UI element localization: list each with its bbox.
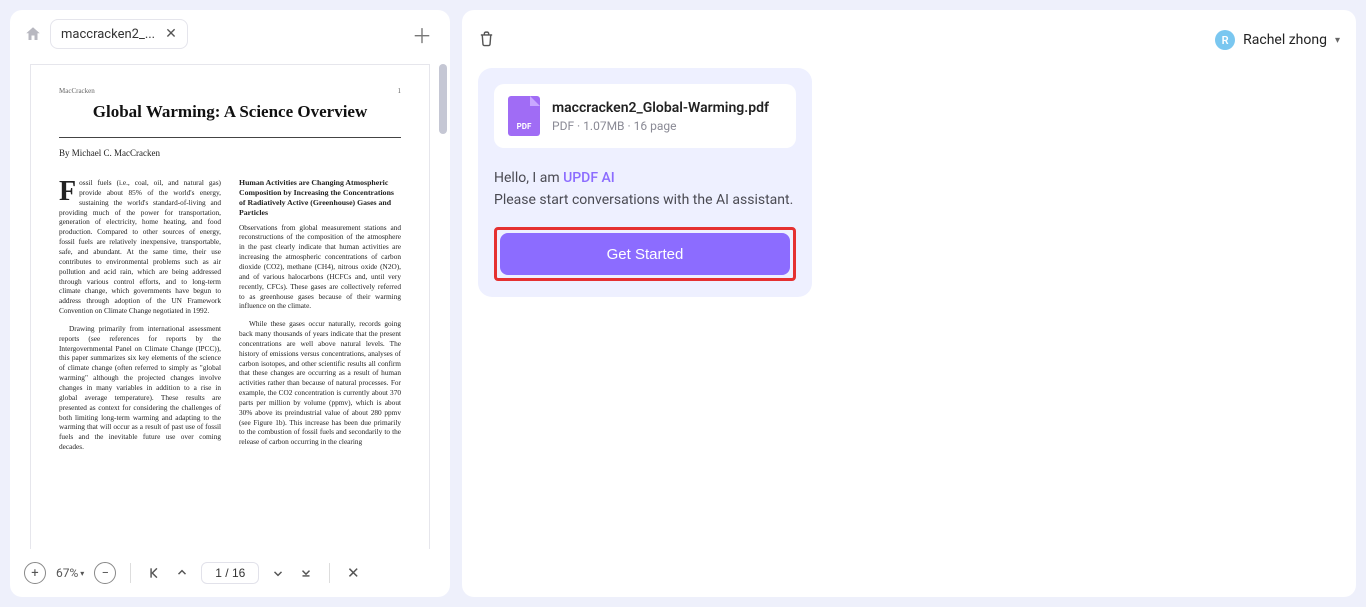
viewer-toolbar: + 67% ▾ − ✕ [10, 549, 450, 597]
doc-title: Global Warming: A Science Overview [59, 101, 401, 123]
home-icon[interactable] [24, 25, 42, 43]
pdf-viewer-panel: maccracken2_... ✕ ＋ MacCracken 1 Global … [10, 10, 450, 597]
file-meta: PDF · 1.07MB · 16 page [552, 119, 769, 133]
chevron-down-icon: ▾ [80, 569, 84, 578]
chevron-down-icon: ▾ [1335, 35, 1340, 46]
document-tab[interactable]: maccracken2_... ✕ [50, 19, 188, 49]
tab-bar: maccracken2_... ✕ ＋ [10, 10, 450, 58]
scrollbar-thumb[interactable] [439, 64, 447, 134]
add-tab-button[interactable]: ＋ [408, 16, 436, 53]
separator [130, 563, 131, 583]
doc-col-left: Fossil fuels (i.e., coal, oil, and natur… [59, 178, 221, 460]
zoom-value: 67% [56, 566, 78, 580]
zoom-level-dropdown[interactable]: 67% ▾ [56, 566, 84, 580]
ai-greeting: Hello, I am UPDF AI Please start convers… [494, 168, 796, 211]
doc-col-right: Human Activities are Changing Atmospheri… [239, 178, 401, 460]
prev-page-button[interactable] [173, 566, 191, 580]
close-viewer-button[interactable]: ✕ [344, 564, 362, 582]
separator [329, 563, 330, 583]
cta-highlight: Get Started [494, 227, 796, 281]
title-rule [59, 137, 401, 138]
get-started-button[interactable]: Get Started [500, 233, 790, 275]
user-name: Rachel zhong [1243, 32, 1327, 48]
zoom-in-button[interactable]: + [24, 562, 46, 584]
doc-byline: By Michael C. MacCracken [59, 148, 401, 158]
ai-intro-card: PDF maccracken2_Global-Warming.pdf PDF ·… [478, 68, 812, 297]
pdf-file-icon: PDF [508, 96, 540, 136]
trash-icon[interactable] [478, 30, 495, 51]
brand-name: UPDF AI [563, 170, 615, 186]
ai-panel: R Rachel zhong ▾ PDF maccracken2_Global-… [462, 10, 1356, 597]
page-number-input[interactable] [201, 562, 259, 584]
section-heading: Human Activities are Changing Atmospheri… [239, 178, 401, 219]
zoom-out-button[interactable]: − [94, 562, 116, 584]
tab-label: maccracken2_... [61, 27, 155, 42]
running-page-num: 1 [398, 87, 402, 95]
file-card[interactable]: PDF maccracken2_Global-Warming.pdf PDF ·… [494, 84, 796, 148]
pdf-page: MacCracken 1 Global Warming: A Science O… [30, 64, 430, 549]
dropcap: F [59, 178, 79, 204]
file-name: maccracken2_Global-Warming.pdf [552, 100, 769, 116]
last-page-button[interactable] [297, 566, 315, 580]
ai-panel-header: R Rachel zhong ▾ [478, 26, 1340, 54]
doc-columns: Fossil fuels (i.e., coal, oil, and natur… [59, 178, 401, 460]
user-menu[interactable]: R Rachel zhong ▾ [1215, 30, 1340, 50]
avatar: R [1215, 30, 1235, 50]
first-page-button[interactable] [145, 566, 163, 580]
close-tab-icon[interactable]: ✕ [165, 27, 177, 41]
next-page-button[interactable] [269, 566, 287, 580]
running-head: MacCracken [59, 87, 95, 95]
document-viewport[interactable]: MacCracken 1 Global Warming: A Science O… [10, 58, 450, 549]
